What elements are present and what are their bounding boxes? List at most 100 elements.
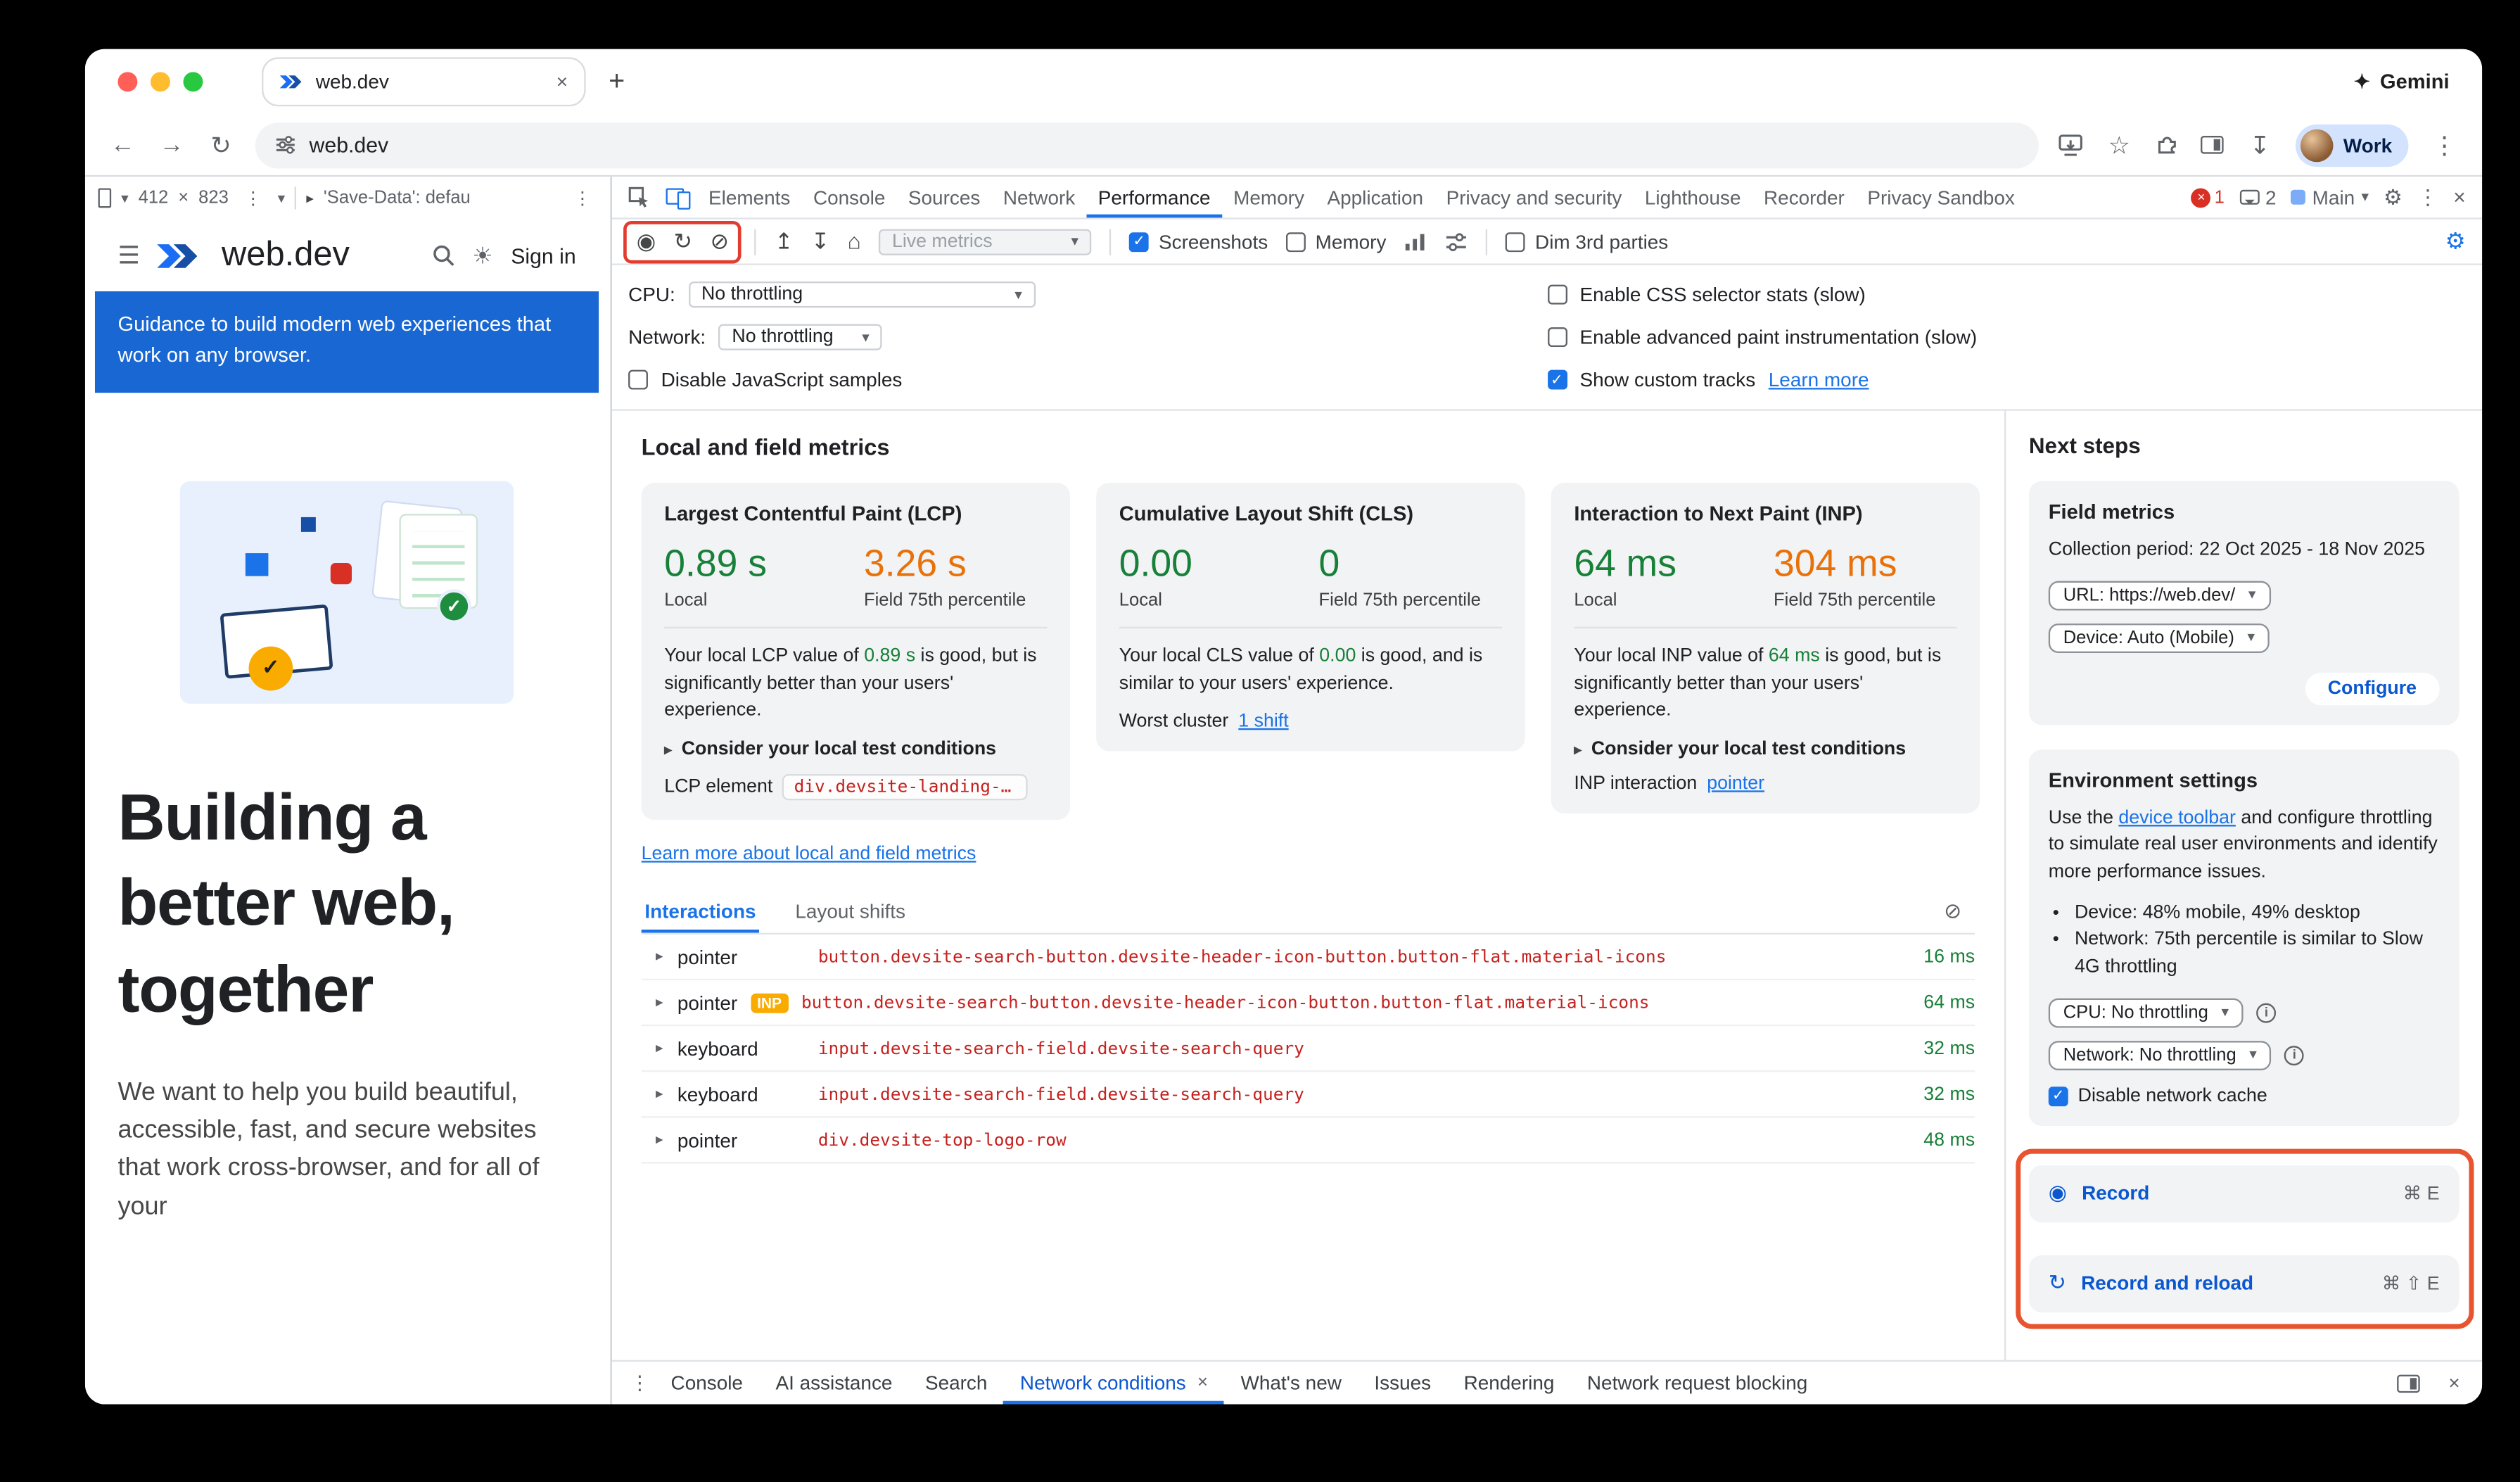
device-width-value[interactable]: 412 bbox=[139, 188, 169, 208]
new-tab-button[interactable]: + bbox=[609, 65, 625, 99]
tab-recorder[interactable]: Recorder bbox=[1752, 177, 1856, 217]
field-device-select[interactable]: Device: Auto (Mobile)▾ bbox=[2049, 623, 2270, 652]
address-bar[interactable]: web.dev bbox=[255, 122, 2039, 167]
tab-privacy-security[interactable]: Privacy and security bbox=[1434, 177, 1633, 217]
device-height-value[interactable]: 823 bbox=[198, 188, 229, 208]
drawer-close-icon[interactable]: × bbox=[2440, 1372, 2469, 1395]
extensions-puzzle-icon[interactable] bbox=[2155, 132, 2179, 157]
drawer-tab-issues[interactable]: Issues bbox=[1358, 1362, 1447, 1404]
record-button[interactable]: ◉ Record ⌘ E bbox=[2029, 1165, 2459, 1222]
dim-3rd-parties-checkbox[interactable] bbox=[1506, 232, 1525, 251]
tab-interactions[interactable]: Interactions bbox=[642, 890, 759, 932]
drawer-tab-rendering[interactable]: Rendering bbox=[1447, 1362, 1570, 1404]
drawer-tab-search[interactable]: Search bbox=[909, 1362, 1004, 1404]
screenshots-checkbox[interactable] bbox=[1129, 232, 1149, 251]
memory-checkbox-row[interactable]: Memory bbox=[1286, 230, 1387, 253]
search-icon[interactable] bbox=[431, 244, 454, 267]
field-url-select[interactable]: URL: https://web.dev/▾ bbox=[2049, 581, 2271, 610]
tab-sources[interactable]: Sources bbox=[897, 177, 992, 217]
network-throttling-select[interactable]: No throttling▾ bbox=[719, 324, 883, 350]
webdev-logo[interactable] bbox=[158, 243, 200, 267]
home-live-metrics-icon[interactable]: ⌂ bbox=[848, 229, 861, 254]
interaction-row[interactable]: ▸ keyboard input.devsite-search-field.de… bbox=[642, 1026, 1975, 1072]
metrics-learn-more-link[interactable]: Learn more about local and field metrics bbox=[642, 844, 976, 864]
install-icon[interactable] bbox=[2058, 134, 2083, 157]
device-select-caret-icon[interactable]: ▾ bbox=[121, 189, 129, 208]
disable-cache-row[interactable]: Disable network cache bbox=[2049, 1087, 2440, 1106]
dim-3rd-parties-checkbox-row[interactable]: Dim 3rd parties bbox=[1506, 230, 1668, 253]
drawer-tab-ai-assistance[interactable]: AI assistance bbox=[759, 1362, 909, 1404]
drawer-tab-console[interactable]: Console bbox=[654, 1362, 759, 1404]
env-cpu-select[interactable]: CPU: No throttling▾ bbox=[2049, 998, 2244, 1027]
save-data-override[interactable]: 'Save-Data': defau bbox=[324, 188, 471, 208]
record-and-reload-icon[interactable]: ↻ bbox=[674, 228, 692, 254]
tab-application[interactable]: Application bbox=[1316, 177, 1434, 217]
side-panel-icon[interactable] bbox=[2201, 136, 2225, 154]
interaction-row[interactable]: ▸ keyboard input.devsite-search-field.de… bbox=[642, 1072, 1975, 1117]
screenshots-checkbox-row[interactable]: Screenshots bbox=[1129, 230, 1268, 253]
close-icon[interactable]: × bbox=[1197, 1373, 1208, 1393]
downloads-icon[interactable]: ↧ bbox=[2245, 130, 2274, 160]
forward-icon[interactable]: → bbox=[157, 131, 186, 159]
custom-tracks-learn-more-link[interactable]: Learn more bbox=[1769, 368, 1869, 391]
inspect-element-icon[interactable] bbox=[618, 186, 658, 208]
interaction-row[interactable]: ▸ pointer button.devsite-search-button.d… bbox=[642, 935, 1975, 980]
close-window-button[interactable] bbox=[117, 72, 137, 91]
zoom-menu-icon[interactable]: ⋮ bbox=[238, 187, 268, 208]
lcp-test-conditions-expander[interactable]: ▸ Consider your local test conditions bbox=[664, 740, 1047, 759]
theme-toggle-icon[interactable]: ☀ bbox=[472, 241, 492, 270]
inp-test-conditions-expander[interactable]: ▸ Consider your local test conditions bbox=[1574, 740, 1956, 759]
show-custom-tracks-checkbox[interactable] bbox=[1547, 370, 1567, 390]
drawer-tab-whats-new[interactable]: What's new bbox=[1224, 1362, 1358, 1404]
devtools-close-icon[interactable]: × bbox=[2453, 185, 2466, 210]
disable-network-cache-checkbox[interactable] bbox=[2049, 1087, 2068, 1106]
download-profile-icon[interactable]: ↧ bbox=[811, 228, 829, 254]
issues-counter[interactable]: 2 bbox=[2239, 186, 2277, 209]
expander-icon[interactable]: ▸ bbox=[642, 1131, 677, 1149]
cls-worst-cluster-link[interactable]: 1 shift bbox=[1238, 712, 1288, 732]
logo-text[interactable]: web.dev bbox=[222, 236, 350, 275]
tab-memory[interactable]: Memory bbox=[1222, 177, 1316, 217]
minimize-window-button[interactable] bbox=[151, 72, 170, 91]
error-counter[interactable]: × 1 bbox=[2191, 187, 2225, 207]
clear-interactions-icon[interactable]: ⊘ bbox=[1944, 899, 1975, 925]
tab-close-icon[interactable]: × bbox=[556, 70, 568, 94]
tab-console[interactable]: Console bbox=[802, 177, 897, 217]
device-type-icon[interactable] bbox=[98, 188, 112, 208]
page-banner[interactable]: Guidance to build modern web experiences… bbox=[95, 291, 599, 392]
tab-privacy-sandbox[interactable]: Privacy Sandbox bbox=[1856, 177, 2026, 217]
device-toolbar-toggle-icon[interactable] bbox=[658, 186, 697, 208]
bookmark-star-icon[interactable]: ☆ bbox=[2104, 130, 2134, 160]
network-throttle-icon[interactable] bbox=[1404, 232, 1427, 251]
disable-js-samples-checkbox[interactable] bbox=[628, 370, 648, 390]
paint-instrumentation-checkbox[interactable] bbox=[1547, 327, 1567, 347]
reload-icon[interactable]: ↻ bbox=[206, 130, 236, 160]
maximize-window-button[interactable] bbox=[183, 72, 203, 91]
configure-button[interactable]: Configure bbox=[2305, 672, 2439, 705]
expander-icon[interactable]: ▸ bbox=[642, 994, 677, 1012]
browser-tab[interactable]: web.dev × bbox=[262, 57, 585, 106]
tab-elements[interactable]: Elements bbox=[697, 177, 802, 217]
hamburger-menu-icon[interactable]: ☰ bbox=[117, 241, 139, 270]
drawer-tab-network-conditions[interactable]: Network conditions × bbox=[1004, 1362, 1225, 1404]
execution-context-selector[interactable]: Main ▾ bbox=[2291, 186, 2369, 209]
expander-icon[interactable]: ▸ bbox=[642, 1085, 677, 1103]
devtools-menu-icon[interactable]: ⋮ bbox=[2417, 184, 2438, 210]
cpu-throttling-select[interactable]: No throttling▾ bbox=[688, 281, 1035, 308]
drawer-menu-icon[interactable]: ⋮ bbox=[625, 1372, 654, 1395]
toggle-drawer-orientation-icon[interactable] bbox=[2397, 1374, 2420, 1392]
browser-menu-icon[interactable]: ⋮ bbox=[2430, 130, 2459, 160]
capture-settings-gear-icon[interactable]: ⚙ bbox=[2445, 227, 2466, 255]
inp-interaction-link[interactable]: pointer bbox=[1707, 774, 1764, 794]
record-and-reload-button[interactable]: ↻ Record and reload ⌘ ⇧ E bbox=[2029, 1255, 2459, 1312]
site-settings-icon[interactable] bbox=[275, 134, 296, 156]
tab-layout-shifts[interactable]: Layout shifts bbox=[792, 890, 909, 932]
memory-checkbox[interactable] bbox=[1286, 232, 1306, 251]
drawer-tab-network-request-blocking[interactable]: Network request blocking bbox=[1571, 1362, 1824, 1404]
throttle-caret-icon[interactable]: ▾ bbox=[278, 189, 286, 208]
env-network-select[interactable]: Network: No throttling▾ bbox=[2049, 1040, 2272, 1070]
device-toolbar-menu-icon[interactable]: ⋮ bbox=[568, 187, 597, 208]
css-selector-stats-checkbox[interactable] bbox=[1547, 285, 1567, 305]
cue-expander-icon[interactable]: ▸ bbox=[306, 189, 314, 208]
interaction-row[interactable]: ▸ pointer INP button.devsite-search-butt… bbox=[642, 980, 1975, 1026]
